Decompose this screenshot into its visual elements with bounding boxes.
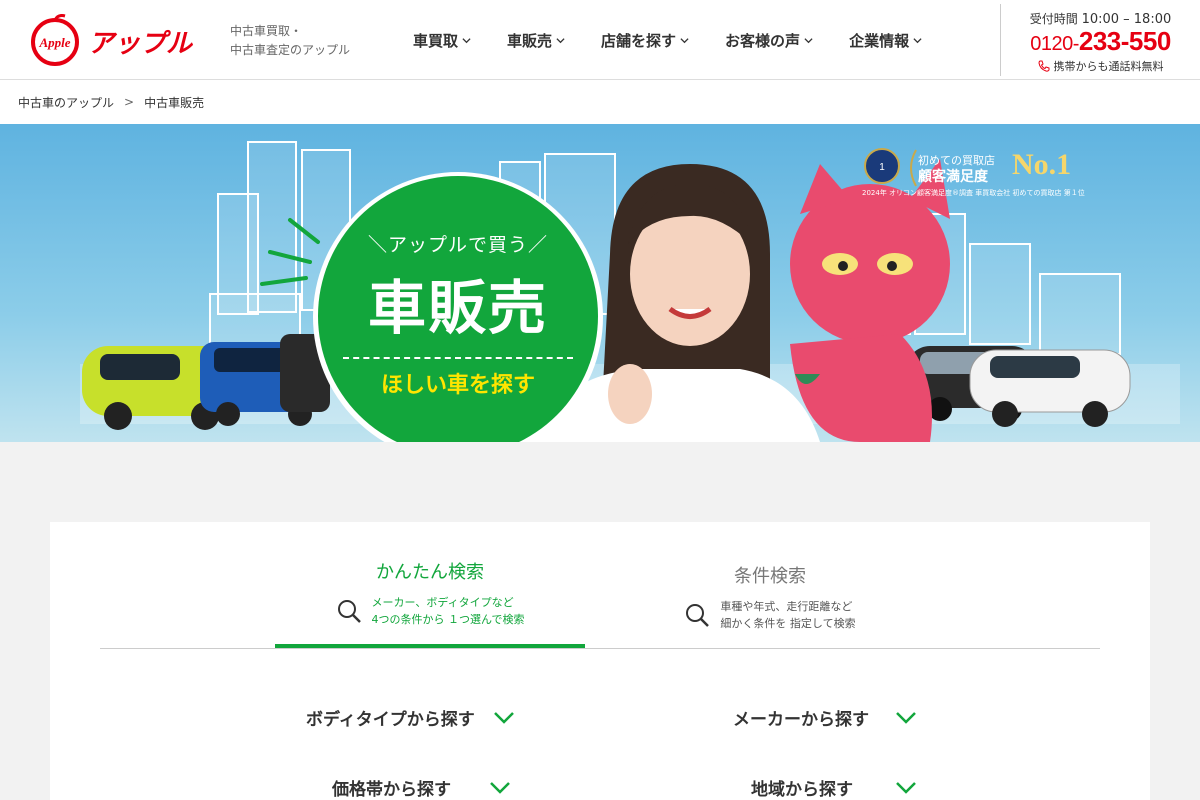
- nav-item-reviews[interactable]: お客様の声: [707, 0, 831, 80]
- nav-item-sell[interactable]: 車販売: [489, 0, 583, 80]
- mascot-image: [790, 159, 950, 442]
- nav-item-label: 店舗を探す: [601, 31, 677, 50]
- svg-text:Apple: Apple: [38, 35, 70, 50]
- chevron-down-icon: [896, 711, 916, 724]
- award-line-2: 顧客満足度: [918, 169, 988, 185]
- nav-item-buy[interactable]: 車買取: [395, 0, 489, 80]
- nav-item-label: お客様の声: [725, 31, 801, 50]
- hero-subtitle: ＼アップルで買う／: [367, 234, 548, 256]
- tab-desc-line-1: メーカー、ボディタイプなど: [371, 596, 514, 609]
- hero-cta-text: ほしい車を探す: [380, 373, 535, 398]
- tab-desc-line-2: 4つの条件から １つ選んで検索: [371, 613, 525, 626]
- chevron-down-icon: [493, 711, 514, 724]
- breadcrumb-home-link[interactable]: 中古車のアップル: [18, 94, 114, 111]
- svg-text:1: 1: [879, 162, 885, 173]
- nav-item-label: 車買取: [413, 31, 459, 50]
- option-label: メーカーから探す: [733, 710, 869, 730]
- phone-prefix: 0120-: [1030, 33, 1079, 55]
- award-rank: No.1: [1012, 148, 1072, 181]
- tab-condition-search[interactable]: 条件検索 車種や年式、走行距離など 細かく条件を 指定して検索: [615, 522, 925, 648]
- tagline-line-2: 中古車査定のアップル: [230, 43, 351, 57]
- main-nav: 車買取 車販売 店舗を探す お客様の声 企業情報: [395, 0, 940, 80]
- tab-description: 車種や年式、走行距離など 細かく条件を 指定して検索: [615, 598, 925, 632]
- chevron-down-icon: [913, 37, 922, 43]
- hero-divider: [343, 357, 573, 359]
- cars-right: [906, 346, 1131, 427]
- chevron-down-icon: [556, 37, 565, 43]
- price-range-search-toggle[interactable]: 価格帯から探す: [332, 775, 511, 800]
- oricon-medal-icon: 1: [864, 148, 900, 184]
- nav-item-label: 企業情報: [849, 31, 910, 50]
- laurel-icon: [910, 149, 917, 187]
- tab-title: かんたん検索: [376, 562, 484, 583]
- region-search-toggle[interactable]: 地域から探す: [751, 775, 917, 800]
- award-badge: 1 初めての買取店 顧客満足度 No.1 2024年 オリコン顧客満足度®調査 …: [862, 146, 1085, 197]
- search-panel: かんたん検索 メーカー、ボディタイプなど 4つの条件から １つ選んで検索 条件検…: [50, 522, 1150, 800]
- chevron-down-icon: [680, 37, 689, 43]
- logo-wordmark: アップル: [88, 29, 194, 59]
- hero-cta-badge[interactable]: ＼アップルで買う／ 車販売 ほしい車を探す: [318, 176, 598, 442]
- tab-desc-line-2: 細かく条件を 指定して検索: [720, 617, 856, 630]
- tagline-line-1: 中古車買取・: [230, 24, 303, 38]
- award-note: 2024年 オリコン顧客満足度®調査 車買取会社 初めての買取店 第１位: [862, 189, 1085, 197]
- search-icon: [337, 600, 361, 623]
- apple-logo[interactable]: Apple アップル: [30, 14, 215, 66]
- tab-desc-line-1: 車種や年式、走行距離など: [720, 600, 853, 613]
- tab-easy-search[interactable]: かんたん検索 メーカー、ボディタイプなど 4つの条件から １つ選んで検索: [275, 522, 585, 648]
- breadcrumb-current: 中古車販売: [144, 95, 205, 110]
- option-label: ボディタイプから探す: [306, 710, 475, 730]
- tab-title: 条件検索: [734, 566, 806, 587]
- toll-free-note: 携帯からも通話料無料: [1001, 58, 1200, 74]
- nav-item-company[interactable]: 企業情報: [831, 0, 940, 80]
- phone-main: 233-550: [1078, 26, 1171, 56]
- option-label: 地域から探す: [751, 780, 853, 800]
- business-hours: 受付時間 10:00 – 18:00: [1001, 10, 1200, 27]
- body-type-search-toggle[interactable]: ボディタイプから探す: [306, 705, 515, 730]
- breadcrumb: 中古車のアップル > 中古車販売: [0, 80, 1200, 124]
- phone-note-text: 携帯からも通話料無料: [1053, 60, 1164, 73]
- chevron-down-icon: [462, 37, 471, 43]
- maker-search-toggle[interactable]: メーカーから探す: [733, 705, 917, 730]
- phone-number[interactable]: 0120-233-550: [1001, 27, 1200, 58]
- option-label: 価格帯から探す: [332, 780, 451, 800]
- breadcrumb-separator: >: [124, 95, 135, 109]
- hours-label: 受付時間: [1029, 12, 1078, 26]
- chevron-down-icon: [804, 37, 813, 43]
- phone-icon: [1037, 60, 1049, 72]
- hours-value: 10:00 – 18:00: [1081, 12, 1172, 27]
- chevron-down-icon: [896, 781, 916, 794]
- hero-title: 車販売: [367, 274, 548, 342]
- search-icon: [686, 604, 710, 627]
- contact-box: 受付時間 10:00 – 18:00 0120-233-550 携帯からも通話料…: [1000, 4, 1200, 76]
- nav-item-label: 車販売: [507, 31, 553, 50]
- cars-left: [82, 334, 330, 430]
- tab-divider: [100, 648, 1100, 649]
- tab-description: メーカー、ボディタイプなど 4つの条件から １つ選んで検索: [275, 594, 585, 628]
- nav-item-stores[interactable]: 店舗を探す: [583, 0, 707, 80]
- chevron-down-icon: [490, 781, 510, 794]
- hero-banner: ＼アップルで買う／ 車販売 ほしい車を探す 1 初めての買取店 顧客満足度 No…: [0, 124, 1200, 442]
- site-header: Apple アップル 中古車買取・ 中古車査定のアップル 車買取 車販売 店舗を…: [0, 0, 1200, 80]
- site-tagline: 中古車買取・ 中古車査定のアップル: [230, 22, 350, 60]
